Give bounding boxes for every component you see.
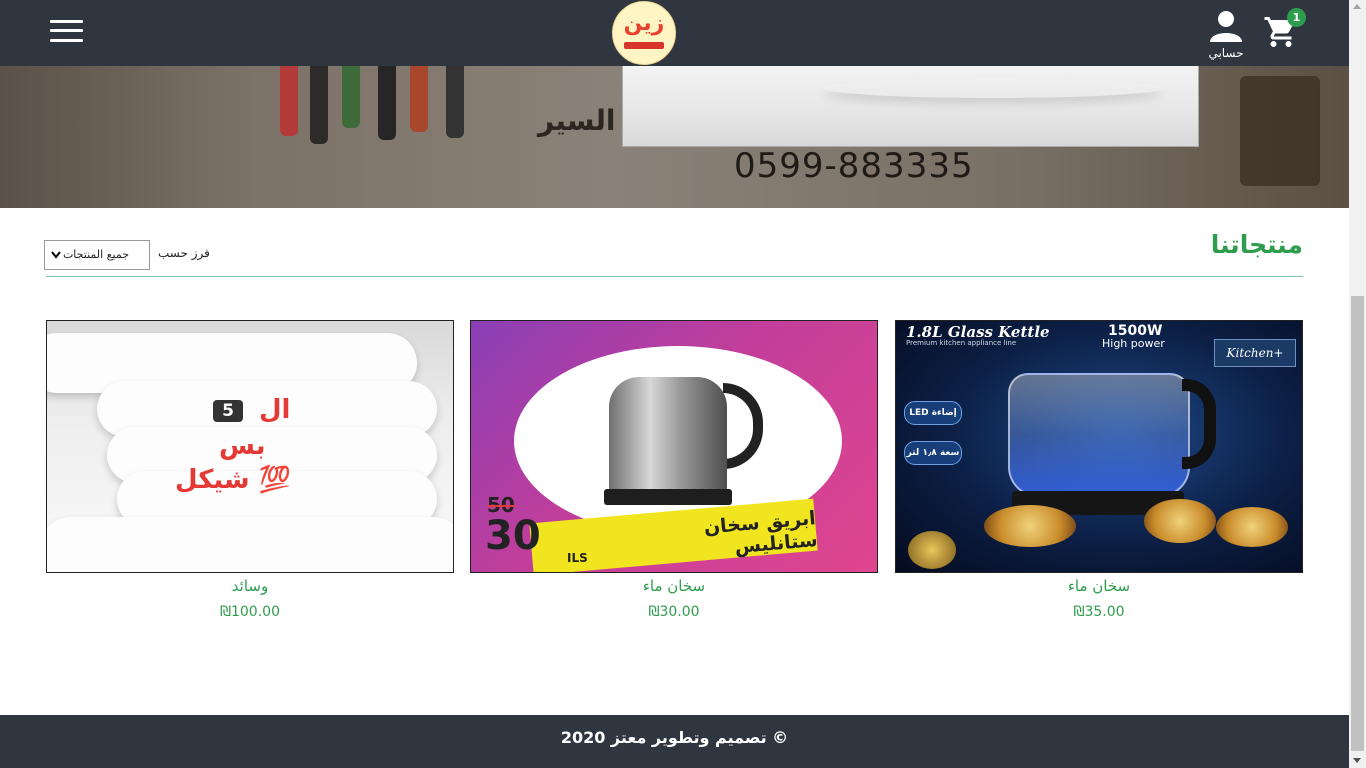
user-icon: [1210, 11, 1242, 42]
footer: © تصميم وتطوير معتز 2020: [0, 715, 1349, 768]
image-feature-badge: سعة ١٫٨ لتر: [904, 441, 962, 465]
hamburger-menu-icon[interactable]: [50, 20, 84, 44]
product-price: ₪100.00: [220, 604, 280, 620]
scroll-down-arrow-icon[interactable]: [1353, 758, 1361, 763]
banner-store-text: السير: [538, 104, 616, 137]
image-tagline-text: Premium kitchen appliance line: [906, 339, 1017, 347]
scrollbar-thumb[interactable]: [1351, 296, 1364, 751]
banner-bag-image: [1240, 76, 1320, 186]
footer-copyright: © تصميم وتطوير معتز 2020: [560, 728, 789, 747]
promo-banner[interactable]: السير 0599-883335: [0, 66, 1349, 208]
pillow-image: [47, 517, 453, 572]
chevron-down-icon: [51, 251, 61, 259]
image-promo-line-1: ال: [259, 395, 291, 425]
image-feature-badge: إضاءة LED: [904, 401, 962, 425]
tea-cup-image: [984, 505, 1076, 547]
account-button[interactable]: حسابي: [1206, 8, 1246, 62]
banner-pillow-image: [622, 66, 1199, 147]
image-new-price: 30: [485, 513, 541, 559]
image-promo-number: 5: [213, 400, 243, 422]
banner-phone: 0599-883335: [734, 146, 974, 186]
image-promo-line-2: بس: [219, 431, 266, 461]
product-card[interactable]: ابريق سخان ستانليس 50 30 ILS سخان ماء ₪3…: [470, 320, 878, 625]
sort-selected-value: جميع المنتجات: [62, 248, 129, 261]
product-name[interactable]: وسائد: [46, 577, 454, 595]
account-label: حسابي: [1208, 46, 1244, 60]
food-plate-image: [1216, 507, 1288, 547]
section-divider: [46, 276, 1303, 277]
product-price: ₪30.00: [648, 604, 700, 620]
glass-kettle-handle: [1182, 379, 1216, 469]
image-currency: ILS: [567, 551, 588, 565]
product-price: ₪35.00: [1073, 604, 1125, 620]
food-plate-image: [1144, 499, 1216, 543]
sort-label: فرز حسب: [158, 246, 210, 260]
image-promo-line-3: 💯 شيكل: [175, 465, 291, 495]
logo-ribbon: [624, 42, 664, 49]
steel-kettle-body: [609, 377, 727, 497]
logo-text: زين: [623, 11, 665, 36]
image-brand-badge: Kitchen+: [1214, 339, 1296, 367]
sort-select[interactable]: جميع المنتجات: [44, 240, 150, 270]
product-name[interactable]: سخان ماء: [470, 577, 878, 595]
image-power-sub-text: High power: [1102, 337, 1165, 350]
store-logo[interactable]: زين: [612, 1, 676, 65]
product-card[interactable]: ال 5 بس 💯 شيكل وسائد ₪100.00: [46, 320, 454, 625]
product-card[interactable]: 1.8L Glass Kettle 1500W High power Premi…: [895, 320, 1303, 625]
cart-count-badge: 1: [1287, 8, 1306, 27]
top-navbar: زين حسابي 1: [0, 0, 1349, 66]
section-title: منتجاتنا: [1210, 230, 1303, 259]
award-star-image: [908, 531, 956, 569]
scroll-up-arrow-icon[interactable]: [1353, 4, 1361, 9]
product-image[interactable]: ال 5 بس 💯 شيكل: [46, 320, 454, 573]
product-image[interactable]: 1.8L Glass Kettle 1500W High power Premi…: [895, 320, 1303, 573]
glass-kettle-body: [1008, 373, 1190, 497]
product-image[interactable]: ابريق سخان ستانليس 50 30 ILS: [470, 320, 878, 573]
banner-shoppers-illustration: [270, 66, 500, 146]
product-name[interactable]: سخان ماء: [895, 577, 1303, 595]
steel-kettle-base: [604, 489, 732, 505]
